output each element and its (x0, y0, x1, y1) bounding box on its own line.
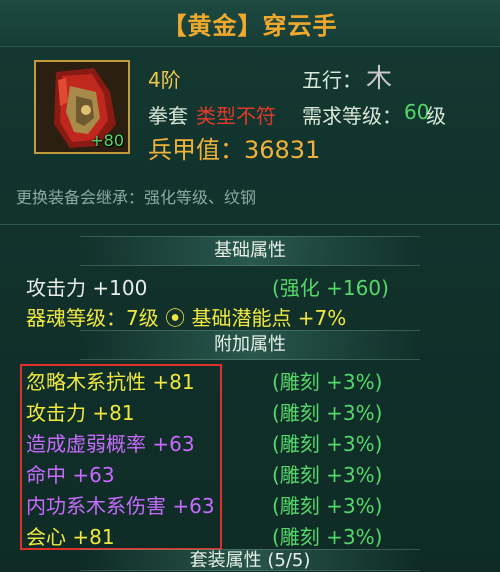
item-tooltip-panel: 【黄金】穿云手 +80 4阶 五行： 木 拳套 类型不符 需求等级： 60 级 … (0, 0, 500, 571)
extra-stat: 忽略木系抗性 +81 (26, 370, 195, 394)
extra-stat: 造成虚弱概率 +63 (26, 432, 195, 456)
section-header-set: 套装属性 (5/5) (80, 549, 420, 571)
item-tier: 4阶 (148, 68, 181, 92)
item-slot[interactable]: +80 (34, 60, 130, 154)
base-stat-soul-level: 器魂等级：7级 ⦿ 基础潜能点 +7% (26, 306, 347, 330)
type-mismatch-warning: 类型不符 (196, 104, 276, 128)
item-title: 【黄金】穿云手 (162, 12, 338, 40)
divider (0, 224, 500, 225)
section-header-base: 基础属性 (80, 236, 420, 266)
element-label: 五行： (302, 68, 362, 92)
required-level-label: 需求等级： (302, 104, 402, 128)
extra-stat-bonus: (雕刻 +3%) (272, 525, 383, 549)
extra-stat: 会心 +81 (26, 525, 115, 549)
extra-stat-bonus: (雕刻 +3%) (272, 370, 383, 394)
extra-stat-bonus: (雕刻 +3%) (272, 432, 383, 456)
extra-stat: 攻击力 +81 (26, 401, 135, 425)
base-stat-attack: 攻击力 +100 (26, 276, 148, 300)
extra-stat: 内功系木系伤害 +63 (26, 494, 215, 518)
section-header-extra: 附加属性 (80, 330, 420, 360)
item-type: 拳套 (148, 104, 188, 128)
base-stat-attack-bonus: (强化 +160) (272, 276, 389, 300)
required-level-unit: 级 (426, 104, 446, 128)
equipment-power: 兵甲值：36831 (148, 136, 321, 164)
inherit-note: 更换装备会继承：强化等级、纹钢 (16, 188, 257, 207)
enhance-level: +80 (90, 131, 124, 150)
extra-stat: 命中 +63 (26, 463, 115, 487)
extra-stat-bonus: (雕刻 +3%) (272, 401, 383, 425)
element-value: 木 (366, 64, 393, 94)
extra-stat-bonus: (雕刻 +3%) (272, 494, 383, 518)
extra-stat-bonus: (雕刻 +3%) (272, 463, 383, 487)
title-bar: 【黄金】穿云手 (0, 0, 500, 47)
